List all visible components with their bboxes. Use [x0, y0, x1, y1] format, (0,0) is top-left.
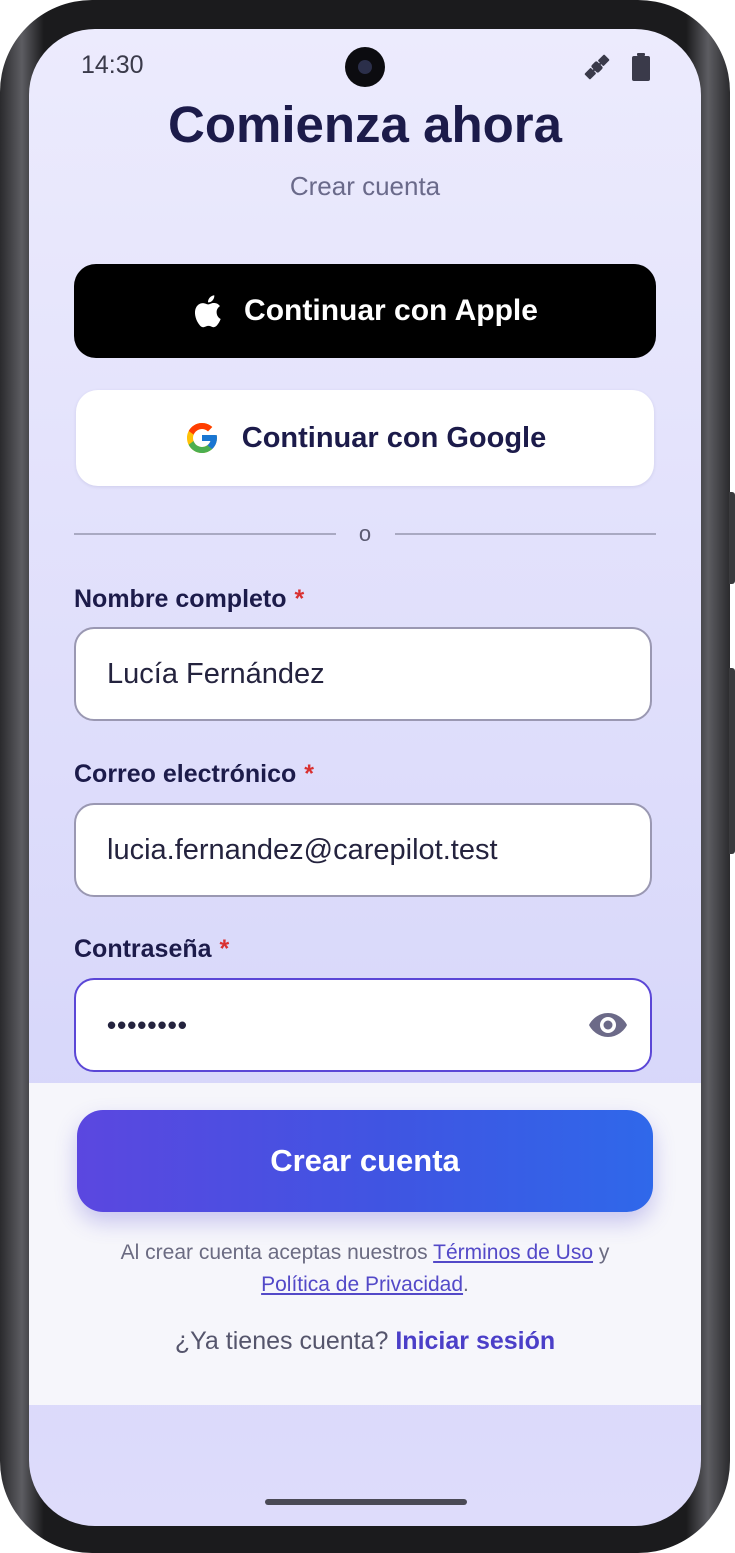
password-label-text: Contraseña [74, 935, 212, 963]
email-label-text: Correo electrónico [74, 760, 297, 788]
screen: 14:30 Comienza ahora Crear cuenta Contin… [29, 29, 701, 1526]
privacy-policy-link[interactable]: Política de Privacidad [261, 1273, 463, 1296]
apple-button-label: Continuar con Apple [244, 294, 538, 327]
email-label: Correo electrónico * [74, 760, 314, 789]
email-field[interactable]: lucia.fernandez@carepilot.test [74, 803, 652, 897]
battery-icon [632, 53, 650, 81]
divider-left [74, 533, 336, 535]
google-button-label: Continuar con Google [241, 421, 547, 454]
have-account-text: ¿Ya tienes cuenta? [174, 1327, 389, 1355]
password-label: Contraseña * [74, 935, 229, 964]
terms-and: y [598, 1241, 610, 1264]
required-mark: * [219, 935, 230, 963]
login-link[interactable]: Iniciar sesión [395, 1327, 555, 1355]
continue-with-apple-button[interactable]: Continuar con Apple [74, 264, 656, 358]
required-mark: * [294, 585, 305, 613]
terms-text: Al crear cuenta aceptas nuestros Término… [29, 1237, 701, 1301]
page-title: Comienza ahora [168, 96, 562, 153]
email-value: lucia.fernandez@carepilot.test [107, 833, 498, 866]
password-field[interactable]: •••••••• [74, 978, 652, 1072]
volume-button [729, 492, 735, 584]
password-value: •••••••• [107, 1009, 188, 1040]
terms-prefix: Al crear cuenta aceptas nuestros [120, 1241, 428, 1264]
divider-right [395, 533, 656, 535]
status-time: 14:30 [81, 51, 144, 79]
login-row: ¿Ya tienes cuenta? Iniciar sesión [29, 1327, 701, 1356]
front-camera [345, 47, 385, 87]
full-name-field[interactable]: Lucía Fernández [74, 627, 652, 721]
name-label: Nombre completo * [74, 585, 304, 614]
google-icon [186, 423, 217, 453]
required-mark: * [304, 760, 315, 788]
eye-icon[interactable] [588, 1011, 628, 1039]
full-name-value: Lucía Fernández [107, 657, 325, 690]
terms-of-use-link[interactable]: Términos de Uso [433, 1241, 593, 1264]
page-subtitle: Crear cuenta [289, 171, 441, 201]
apple-icon [195, 295, 221, 328]
satellite-icon [584, 54, 610, 80]
create-account-button[interactable]: Crear cuenta [77, 1110, 653, 1212]
home-indicator[interactable] [265, 1499, 467, 1505]
name-label-text: Nombre completo [74, 585, 287, 613]
divider-text: o [358, 521, 372, 546]
power-button [729, 668, 735, 854]
terms-end: . [463, 1273, 469, 1296]
continue-with-google-button[interactable]: Continuar con Google [76, 390, 654, 486]
